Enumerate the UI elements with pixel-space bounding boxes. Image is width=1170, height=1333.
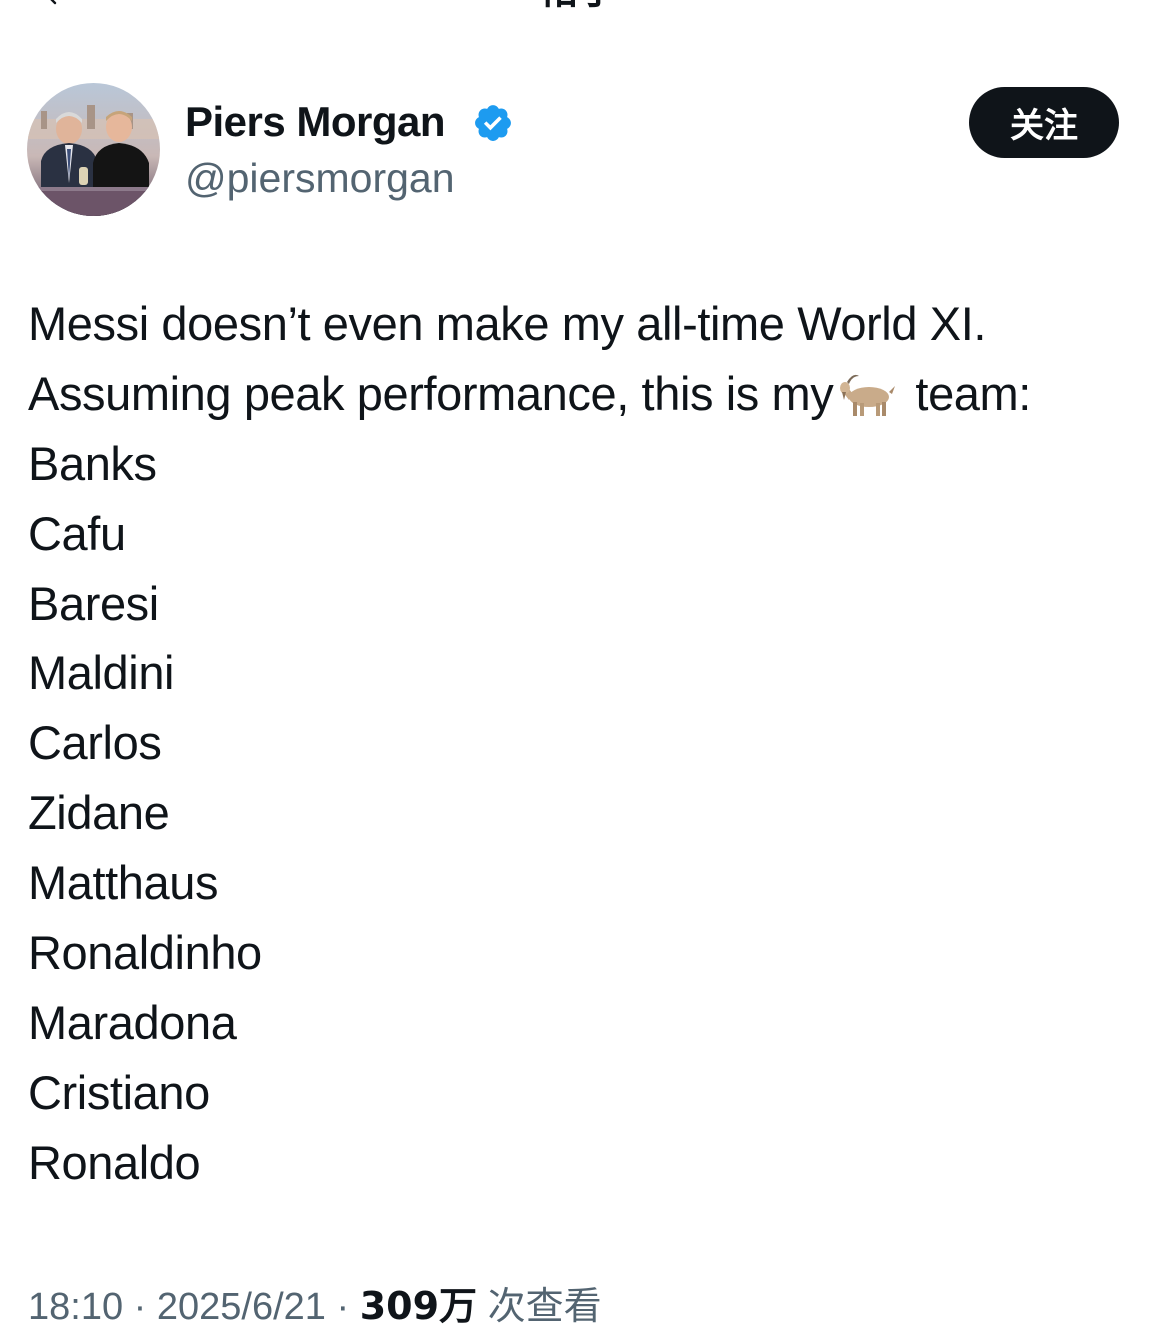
- page-title: 帖子: [538, 0, 618, 10]
- avatar-image: [27, 83, 160, 216]
- views-count[interactable]: 309万: [360, 1284, 477, 1328]
- tweet-line: Assuming peak performance, this is my te…: [28, 359, 1168, 429]
- tweet-line: Matthaus: [28, 856, 219, 910]
- tweet-line: Messi doesn’t even make my all-time Worl…: [28, 297, 987, 350]
- tweet-line: Zidane: [28, 786, 170, 840]
- author-avatar[interactable]: [27, 83, 160, 216]
- views-label: 次查看: [487, 1284, 602, 1328]
- tweet-line: Ronaldinho: [28, 926, 262, 980]
- tweet-meta: 18:10 · 2025/6/21 · 309万 次查看: [28, 1280, 602, 1333]
- tweet-text: Messi doesn’t even make my all-time Worl…: [28, 289, 1168, 1198]
- tweet-line: Carlos: [28, 716, 162, 770]
- back-arrow-icon[interactable]: [44, 0, 68, 8]
- tweet-line: Ronaldo: [28, 1135, 201, 1189]
- top-bar: 帖子: [0, 0, 1170, 12]
- goat-emoji-icon: [840, 374, 896, 416]
- follow-button[interactable]: 关注: [969, 87, 1119, 158]
- tweet-line: Maradona: [28, 995, 237, 1049]
- author-handle[interactable]: @piersmorgan: [185, 152, 455, 204]
- tweet-line: Cristiano: [28, 1065, 210, 1119]
- author-name[interactable]: Piers Morgan: [185, 96, 446, 148]
- tweet-line: Cafu: [28, 506, 126, 560]
- tweet-line: Baresi: [28, 576, 159, 630]
- tweet-line-text: team:: [915, 366, 1031, 420]
- verified-badge-icon: [475, 105, 511, 141]
- tweet-line: Maldini: [28, 646, 175, 700]
- tweet-date[interactable]: 2025/6/21: [157, 1286, 326, 1328]
- tweet-line-text: Assuming peak performance, this is my: [28, 366, 834, 420]
- tweet-line: Banks: [28, 436, 157, 490]
- tweet-time[interactable]: 18:10: [28, 1286, 123, 1328]
- meta-separator: ·: [133, 1286, 147, 1328]
- meta-separator: ·: [336, 1286, 350, 1328]
